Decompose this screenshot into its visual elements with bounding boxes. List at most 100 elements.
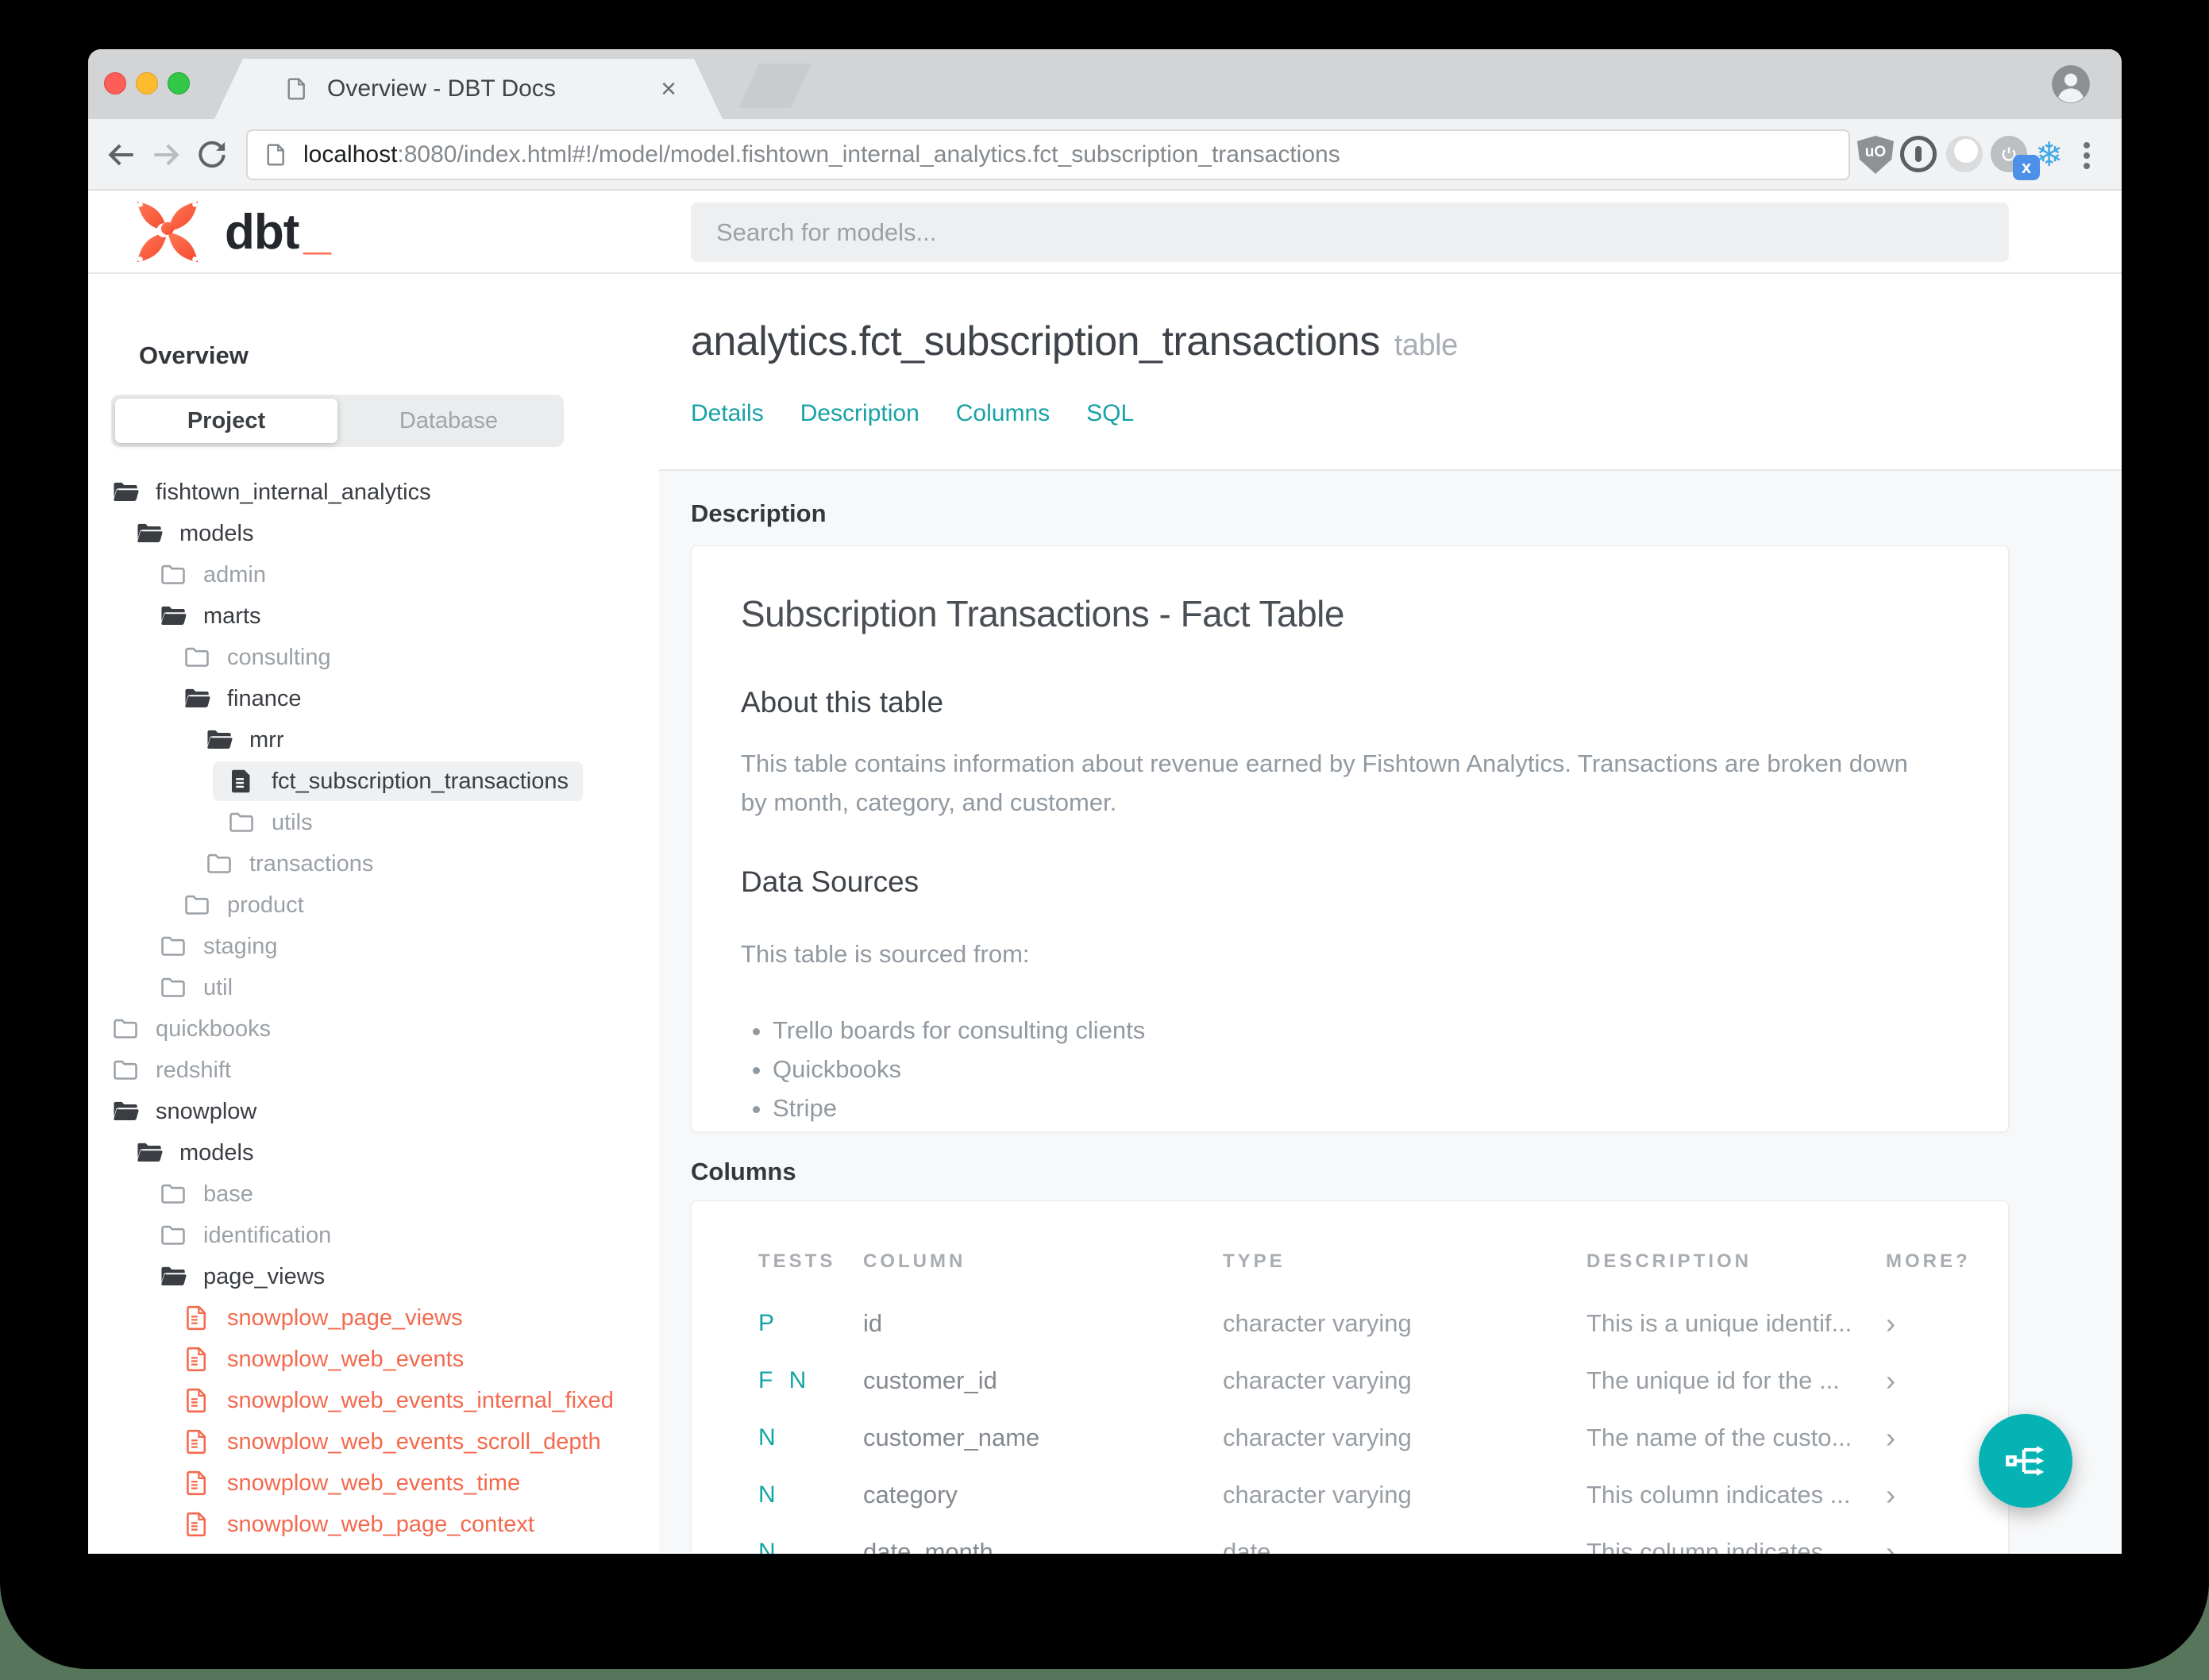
column-header-column: COLUMN [863,1250,966,1272]
tree-item-snowplow-web-events[interactable]: snowplow_web_events [88,1339,659,1380]
tree-item-identification[interactable]: identification [88,1215,659,1256]
tree-item-marts[interactable]: marts [88,595,659,637]
reload-icon[interactable] [195,137,229,172]
page-title-suffix: table [1394,329,1458,362]
dbt-logo-icon [131,195,204,268]
list-item: Trello boards for consulting clients [773,1011,1959,1050]
chevron-right-icon[interactable]: › [1886,1478,1895,1512]
browser-profile-avatar[interactable] [2050,64,2091,105]
dbt-logo[interactable]: dbt _ [131,195,331,268]
column-header-type: TYPE [1223,1250,1286,1272]
tree-item-page-views[interactable]: page_views [88,1256,659,1297]
tree-item-finance[interactable]: finance [88,678,659,719]
list-item: Quickbooks [773,1050,1959,1089]
page-title: analytics.fct_subscription_transactions t… [691,318,1458,364]
nav-sql[interactable]: SQL [1086,400,1134,427]
folder-closed-icon [159,561,187,589]
data-sources-intro: This table is sourced from: [741,940,1030,968]
table-row-customer-id[interactable]: F N customer_id character varying The un… [692,1352,2008,1409]
browser-toolbar: localhost:8080/index.html#!/model/model.… [88,119,2122,191]
tree-item-snowplow-models[interactable]: models [88,1132,659,1173]
snowflake-extension-icon[interactable]: ❄ [2035,136,2073,174]
tab-database[interactable]: Database [337,399,560,443]
tree-item-redshift[interactable]: redshift [88,1050,659,1091]
dbt-logo-text: dbt [225,204,299,260]
table-row-customer-name[interactable]: N customer_name character varying The na… [692,1409,2008,1466]
model-file-icon [183,1469,211,1497]
folder-closed-icon [159,973,187,1002]
tab-title: Overview - DBT Docs [327,75,556,102]
table-row-id[interactable]: P id character varying This is a unique … [692,1295,2008,1352]
tree-item-util[interactable]: util [88,967,659,1008]
url-path: :8080/index.html#!/model/model.fishtown_… [397,141,1340,168]
tree-item-snowplow[interactable]: snowplow [88,1091,659,1132]
tree-item-consulting[interactable]: consulting [88,637,659,678]
tree-item-models[interactable]: models [88,513,659,554]
tab-favicon-icon [284,76,310,102]
folder-open-icon [159,1262,187,1291]
tree-item-snowplow-web-events-internal-fixed[interactable]: snowplow_web_events_internal_fixed [88,1380,659,1421]
browser-window: Overview - DBT Docs × localhost:8080/ind… [88,49,2122,1554]
tree-item-utils[interactable]: utils [88,802,659,843]
folder-open-icon [183,684,211,713]
tree-item-fct-subscription-transactions[interactable]: fct_subscription_transactions [88,761,659,802]
tree-item-base[interactable]: base [88,1173,659,1215]
chevron-right-icon[interactable]: › [1886,1421,1895,1455]
close-window-button[interactable] [104,72,126,94]
tree-item-product[interactable]: product [88,884,659,926]
sidebar-view-switcher: Project Database [111,395,564,447]
columns-section-label: Columns [691,1158,796,1185]
minimize-window-button[interactable] [136,72,158,94]
address-bar[interactable]: localhost:8080/index.html#!/model/model.… [246,129,1850,180]
description-section-label: Description [691,499,827,527]
folder-closed-icon [183,891,211,919]
nav-description[interactable]: Description [800,400,919,427]
sections: Description Subscription Transactions - … [659,471,2122,1554]
tree-item-mrr[interactable]: mrr [88,719,659,761]
columns-table-body: P id character varying This is a unique … [692,1295,2008,1554]
lineage-graph-button[interactable] [1979,1414,2072,1508]
model-file-icon [183,1345,211,1374]
tests-badge: P [758,1310,780,1336]
data-sources-list: Trello boards for consulting clients Qui… [773,1011,1959,1127]
tab-project[interactable]: Project [115,399,337,443]
browser-tab[interactable]: Overview - DBT Docs × [214,59,723,119]
table-row-category[interactable]: N category character varying This column… [692,1466,2008,1524]
password-manager-extension-icon[interactable] [1900,136,1938,174]
tree-item-fishtown-internal-analytics[interactable]: fishtown_internal_analytics [88,472,659,513]
back-icon[interactable] [104,137,139,172]
folder-open-icon [135,1139,164,1167]
chevron-right-icon[interactable]: › [1886,1307,1895,1340]
app-header: dbt _ [88,191,2122,274]
tree-item-snowplow-page-views[interactable]: snowplow_page_views [88,1297,659,1339]
folder-closed-icon [159,1180,187,1208]
browser-menu-icon[interactable] [2083,138,2091,176]
tree-item-admin[interactable]: admin [88,554,659,595]
chevron-right-icon[interactable]: › [1886,1364,1895,1397]
app-body: Overview Project Database fishtown_inter… [88,274,2122,1554]
tests-badge: N [758,1424,781,1451]
tree-item-snowplow-web-events-scroll-depth[interactable]: snowplow_web_events_scroll_depth [88,1421,659,1462]
new-tab-button[interactable] [738,64,812,108]
nav-details[interactable]: Details [691,400,764,427]
nav-columns[interactable]: Columns [956,400,1050,427]
forward-icon[interactable] [148,137,183,172]
tab-close-icon[interactable]: × [661,74,677,105]
swirl-extension-icon[interactable] [1946,136,1984,174]
folder-closed-icon [111,1015,140,1043]
tree-item-snowplow-web-page-context[interactable]: snowplow_web_page_context [88,1504,659,1545]
tree-item-snowplow-web-events-time[interactable]: snowplow_web_events_time [88,1462,659,1504]
chevron-right-icon[interactable]: › [1886,1536,1895,1554]
model-file-icon [183,1304,211,1332]
ublock-extension-icon[interactable]: uO [1857,136,1895,174]
dbt-logo-underscore: _ [303,204,331,260]
data-sources-heading: Data Sources [741,865,919,898]
tree-item-quickbooks[interactable]: quickbooks [88,1008,659,1050]
columns-table-header: TESTS COLUMN TYPE DESCRIPTION MORE? [692,1250,2008,1274]
tree-item-transactions[interactable]: transactions [88,843,659,884]
maximize-window-button[interactable] [168,72,190,94]
tree-item-staging[interactable]: staging [88,926,659,967]
power-extension-icon[interactable]: x [1991,136,2040,180]
table-row-date-month[interactable]: N date_month date This column indicates … [692,1524,2008,1554]
search-input[interactable] [691,202,2009,262]
